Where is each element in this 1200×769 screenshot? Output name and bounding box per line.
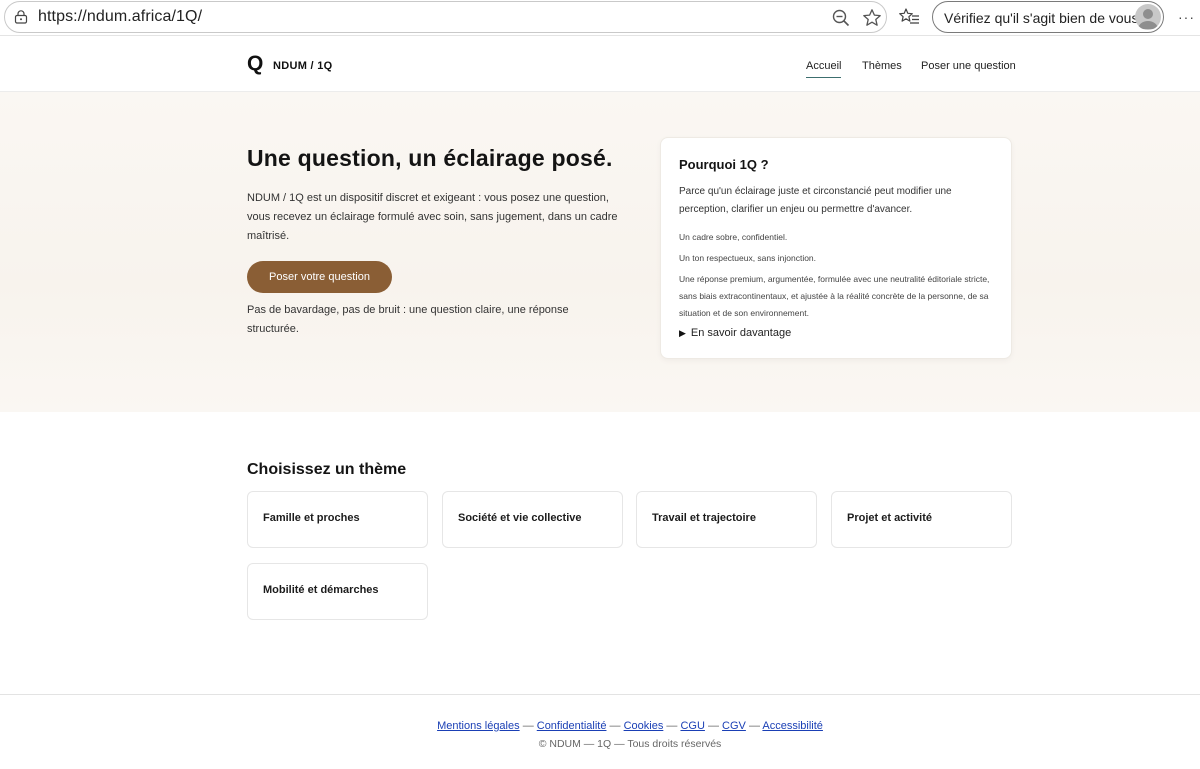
themes-title: Choisissez un thème bbox=[247, 461, 407, 478]
theme-card-projet[interactable]: Projet et activité bbox=[831, 491, 1012, 548]
logo-text[interactable]: NDUM / 1Q bbox=[273, 60, 333, 72]
hero-title: Une question, un éclairage posé. bbox=[247, 145, 613, 171]
nav-poser-question[interactable]: Poser une question bbox=[921, 60, 1016, 72]
url-text[interactable]: https://ndum.africa/1Q/ bbox=[38, 8, 202, 26]
theme-card-travail[interactable]: Travail et trajectoire bbox=[636, 491, 817, 548]
ask-question-button[interactable]: Poser votre question bbox=[247, 261, 392, 293]
disclosure-triangle-icon: ▶ bbox=[679, 328, 686, 338]
why-card: Pourquoi 1Q ? Parce qu'un éclairage just… bbox=[660, 137, 1012, 359]
logo-mark[interactable]: Q bbox=[247, 53, 263, 75]
more-icon[interactable]: ··· bbox=[1178, 10, 1195, 24]
theme-label: Famille et proches bbox=[263, 512, 360, 524]
zoom-icon[interactable] bbox=[832, 9, 850, 27]
verify-label: Vérifiez qu'il s'agit bien de vous bbox=[944, 10, 1139, 26]
nav-themes[interactable]: Thèmes bbox=[862, 60, 902, 72]
star-icon[interactable] bbox=[862, 8, 882, 28]
footer-link-cgu[interactable]: CGU bbox=[680, 720, 704, 732]
theme-label: Société et vie collective bbox=[458, 512, 582, 524]
footer-separator: — bbox=[748, 720, 760, 732]
why-point: Un ton respectueux, sans injonction. bbox=[679, 253, 817, 263]
site-header: Q NDUM / 1Q Accueil Thèmes Poser une que… bbox=[0, 37, 1200, 92]
theme-card-famille[interactable]: Famille et proches bbox=[247, 491, 428, 548]
footer-link-mentions[interactable]: Mentions légales bbox=[437, 720, 520, 732]
theme-label: Mobilité et démarches bbox=[263, 584, 379, 596]
footer-separator: — bbox=[707, 720, 719, 732]
learn-more-toggle[interactable]: ▶ En savoir davantage bbox=[679, 327, 791, 339]
nav-accueil[interactable]: Accueil bbox=[806, 60, 842, 78]
avatar bbox=[1135, 4, 1161, 30]
hero-note: Pas de bavardage, pas de bruit : une que… bbox=[247, 304, 569, 335]
footer-link-cookies[interactable]: Cookies bbox=[624, 720, 664, 732]
footer-link-cgv[interactable]: CGV bbox=[722, 720, 746, 732]
browser-toolbar: https://ndum.africa/1Q/ Vérifiez qu'il s… bbox=[0, 0, 1200, 36]
theme-label: Travail et trajectoire bbox=[652, 512, 756, 524]
why-title: Pourquoi 1Q ? bbox=[679, 157, 769, 172]
footer-separator: — bbox=[666, 720, 678, 732]
footer-link-accessibilite[interactable]: Accessibilité bbox=[762, 720, 823, 732]
profile-verify-button[interactable]: Vérifiez qu'il s'agit bien de vous bbox=[932, 1, 1164, 33]
footer-copyright: © NDUM — 1Q — Tous droits réservés bbox=[538, 738, 722, 750]
footer-separator: — bbox=[609, 720, 621, 732]
theme-card-societe[interactable]: Société et vie collective bbox=[442, 491, 623, 548]
footer-divider bbox=[0, 694, 1200, 695]
theme-label: Projet et activité bbox=[847, 512, 932, 524]
learn-more-label: En savoir davantage bbox=[690, 327, 792, 339]
address-bar[interactable]: https://ndum.africa/1Q/ bbox=[4, 1, 887, 33]
why-points: Un cadre sobre, confidentiel. Un ton res… bbox=[679, 229, 997, 326]
favorites-icon[interactable] bbox=[898, 7, 920, 27]
footer-link-confidentialite[interactable]: Confidentialité bbox=[537, 720, 607, 732]
why-point: Une réponse premium, argumentée, formulé… bbox=[679, 274, 990, 318]
why-lead: Parce qu'un éclairage juste et circonsta… bbox=[679, 186, 952, 215]
hero-intro: NDUM / 1Q est un dispositif discret et e… bbox=[247, 192, 618, 242]
why-point: Un cadre sobre, confidentiel. bbox=[679, 232, 788, 242]
footer-links: Mentions légales — Confidentialité — Coo… bbox=[0, 720, 1200, 732]
footer-separator: — bbox=[522, 720, 534, 732]
hero-section: Une question, un éclairage posé. NDUM / … bbox=[0, 92, 1200, 412]
lock-icon[interactable] bbox=[14, 10, 28, 24]
theme-card-mobilite[interactable]: Mobilité et démarches bbox=[247, 563, 428, 620]
